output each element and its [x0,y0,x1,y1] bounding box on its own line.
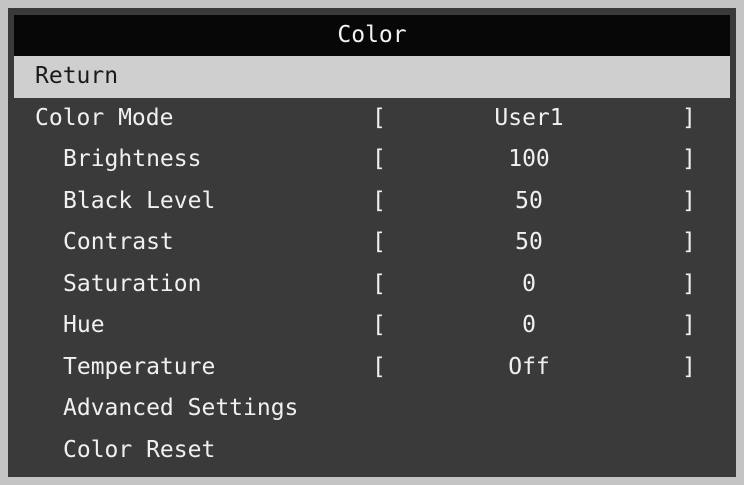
close-bracket: ] [682,104,696,131]
open-bracket: [ [372,146,386,172]
osd-title: Color [14,15,730,56]
menu-item-label: Color Reset [63,436,216,463]
menu-item-label: Brightness [63,146,202,172]
menu-item-label: Saturation [63,270,202,297]
menu-item-advanced-settings[interactable]: Advanced Settings [14,388,730,430]
close-bracket: ] [682,146,696,172]
color-menu: Return Color Mode [ User1 ] Brightness [… [14,56,730,471]
menu-item-label: Advanced Settings [63,395,299,421]
open-bracket: [ [372,270,386,297]
menu-item-brightness[interactable]: Brightness [ 100 ] [14,139,730,181]
contrast-value: 50 [515,229,543,255]
menu-item-contrast[interactable]: Contrast [ 50 ] [14,222,730,264]
open-bracket: [ [372,104,386,131]
close-bracket: ] [682,270,696,297]
black-level-value: 50 [515,187,543,214]
brightness-value: 100 [508,146,550,172]
monitor-osd-frame: Color Return Color Mode [ User1 ] Bright… [0,0,744,485]
menu-item-black-level[interactable]: Black Level [ 50 ] [14,181,730,223]
open-bracket: [ [372,229,386,255]
menu-item-saturation[interactable]: Saturation [ 0 ] [14,264,730,306]
menu-item-color-mode[interactable]: Color Mode [ User1 ] [14,98,730,140]
osd-panel: Color Return Color Mode [ User1 ] Bright… [8,8,736,477]
menu-item-temperature[interactable]: Temperature [ Off ] [14,347,730,389]
menu-item-label: Return [35,63,119,89]
menu-item-label: Black Level [63,187,216,214]
temperature-value: Off [508,353,550,380]
menu-item-label: Contrast [63,229,174,255]
menu-item-return[interactable]: Return [14,56,730,98]
open-bracket: [ [372,353,386,380]
close-bracket: ] [682,353,696,380]
saturation-value: 0 [522,270,536,297]
menu-item-hue[interactable]: Hue [ 0 ] [14,305,730,347]
menu-item-label: Temperature [63,353,216,380]
open-bracket: [ [372,187,386,214]
close-bracket: ] [682,312,696,338]
menu-item-label: Color Mode [35,104,174,131]
menu-item-label: Hue [63,312,105,338]
close-bracket: ] [682,229,696,255]
open-bracket: [ [372,312,386,338]
menu-item-color-reset[interactable]: Color Reset [14,430,730,472]
hue-value: 0 [522,312,536,338]
color-mode-value: User1 [494,104,564,131]
close-bracket: ] [682,187,696,214]
